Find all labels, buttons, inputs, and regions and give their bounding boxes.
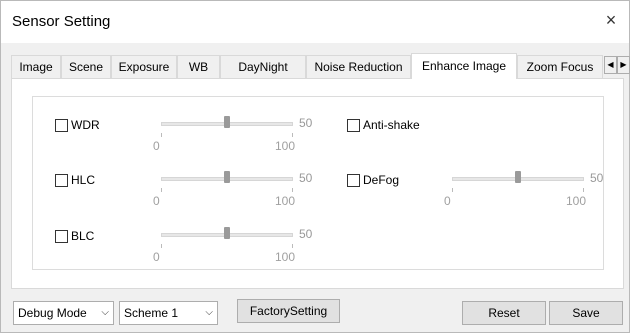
slider-thumb[interactable] (224, 227, 230, 239)
hlc-min: 0 (153, 194, 160, 208)
hlc-label: HLC (71, 173, 96, 187)
blc-max: 100 (275, 250, 296, 264)
hlc-value: 50 (299, 171, 313, 185)
mode-select[interactable]: Debug Mode ⌵ (13, 301, 114, 325)
tab-zoom-focus[interactable]: Zoom Focus (517, 55, 603, 78)
scroll-left-icon[interactable]: ◀ (604, 56, 617, 74)
slider-tick (452, 188, 453, 192)
blc-value: 50 (299, 227, 313, 241)
slider-tick (583, 188, 584, 192)
slider-tick (292, 188, 293, 192)
wdr-checkbox[interactable]: WDR (55, 118, 100, 132)
antishake-label: Anti-shake (363, 118, 420, 132)
tab-enhance-image[interactable]: Enhance Image (411, 53, 517, 79)
wdr-min: 0 (153, 139, 160, 153)
hlc-checkbox[interactable]: HLC (55, 173, 95, 187)
wdr-label: WDR (71, 118, 100, 132)
scheme-select[interactable]: Scheme 1 ⌵ (119, 301, 218, 325)
tab-exposure[interactable]: Exposure (111, 55, 177, 78)
defog-value: 50 (590, 171, 604, 185)
slider-tick (161, 188, 162, 192)
wdr-value: 50 (299, 116, 313, 130)
slider-thumb[interactable] (224, 116, 230, 128)
scheme-select-value: Scheme 1 (124, 306, 179, 320)
defog-checkbox[interactable]: DeFog (347, 173, 399, 187)
hlc-slider[interactable]: 50 0 100 (153, 171, 331, 214)
tab-strip: Image Scene Exposure WB DayNight Noise R… (11, 53, 630, 79)
reset-button[interactable]: Reset (462, 301, 546, 325)
tab-daynight[interactable]: DayNight (220, 55, 306, 78)
checkbox-box[interactable] (347, 118, 360, 132)
tab-noise-reduction[interactable]: Noise Reduction (306, 55, 411, 78)
checkbox-box[interactable] (55, 118, 68, 132)
title-bar: Sensor Setting × (1, 1, 629, 43)
slider-tick (292, 133, 293, 137)
blc-slider[interactable]: 50 0 100 (153, 227, 331, 270)
tab-image[interactable]: Image (11, 55, 61, 78)
scroll-right-icon[interactable]: ▶ (617, 56, 630, 74)
enhance-image-panel: WDR 50 0 100 Anti-shake HLC 50 0 100 DeF… (11, 78, 624, 289)
wdr-slider[interactable]: 50 0 100 (153, 116, 331, 159)
slider-thumb[interactable] (515, 171, 521, 183)
wdr-max: 100 (275, 139, 296, 153)
save-button[interactable]: Save (549, 301, 623, 325)
defog-slider[interactable]: 50 0 100 (444, 171, 622, 214)
chevron-down-icon: ⌵ (101, 307, 109, 318)
hlc-max: 100 (275, 194, 296, 208)
sensor-setting-dialog: Sensor Setting × Image Scene Exposure WB… (0, 0, 630, 333)
slider-tick (292, 244, 293, 248)
close-icon[interactable]: × (601, 10, 621, 30)
tab-wb[interactable]: WB (177, 55, 220, 78)
antishake-checkbox[interactable]: Anti-shake (347, 118, 420, 132)
defog-max: 100 (566, 194, 587, 208)
options-group: WDR 50 0 100 Anti-shake HLC 50 0 100 DeF… (32, 96, 604, 270)
defog-min: 0 (444, 194, 451, 208)
slider-tick (161, 133, 162, 137)
chevron-down-icon: ⌵ (205, 307, 213, 318)
tab-scene[interactable]: Scene (61, 55, 111, 78)
checkbox-box[interactable] (55, 229, 68, 243)
blc-label: BLC (71, 229, 95, 243)
slider-thumb[interactable] (224, 171, 230, 183)
checkbox-box[interactable] (55, 173, 68, 187)
blc-min: 0 (153, 250, 160, 264)
slider-tick (161, 244, 162, 248)
factory-setting-button[interactable]: FactorySetting (237, 299, 340, 323)
mode-select-value: Debug Mode (18, 306, 87, 320)
defog-label: DeFog (363, 173, 400, 187)
checkbox-box[interactable] (347, 173, 360, 187)
window-title: Sensor Setting (12, 13, 111, 30)
blc-checkbox[interactable]: BLC (55, 229, 94, 243)
